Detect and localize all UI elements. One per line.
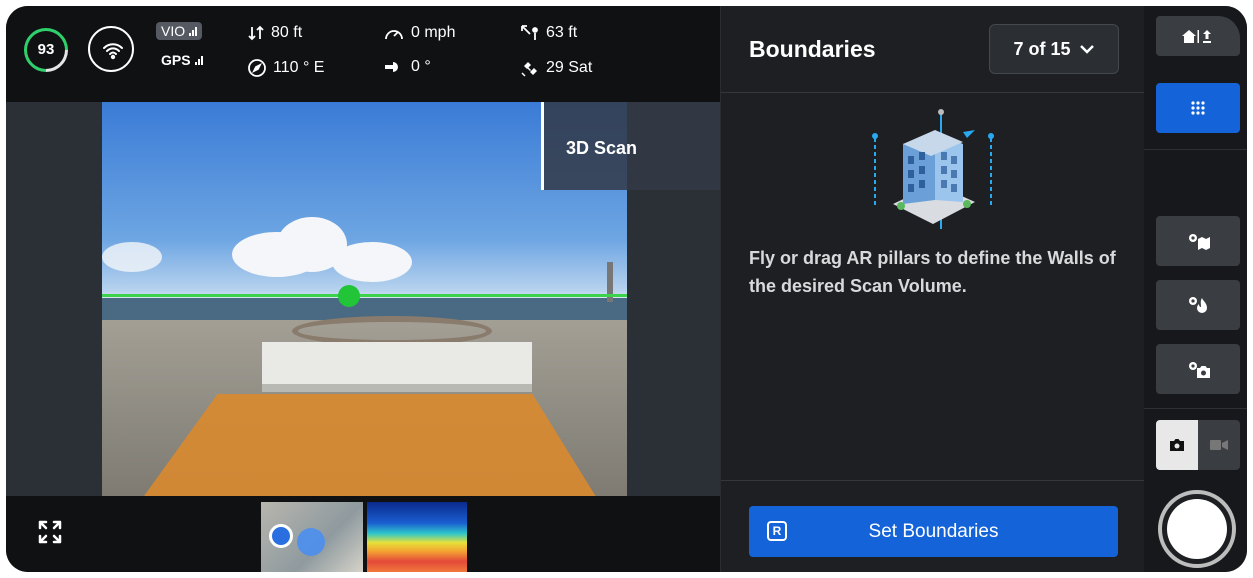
bottom-bar [6,496,720,572]
boundaries-panel: Boundaries 7 of 15 Fly or drag AR pillar… [720,6,1145,572]
satellite-value: 29 Sat [546,59,593,76]
telemetry-bar: 93 VIO GPS 80 ft 110 ° E 0 mph 0 ° 63 ft… [6,6,720,102]
thermal-thumbnail[interactable] [367,502,467,572]
satellite-icon [521,62,537,77]
panel-title: Boundaries [749,36,876,62]
battery-level[interactable]: 93 [24,28,68,72]
mode-tag-label: 3D Scan [566,138,638,158]
grid-button[interactable] [1156,83,1240,133]
heading-value: 110 ° E [273,59,325,76]
divider [1144,408,1247,409]
map-thumbnail[interactable] [261,502,363,572]
divider [1144,149,1247,150]
distance-value: 63 ft [546,24,578,41]
distance-icon [521,25,538,40]
thermal-settings-button[interactable] [1156,280,1240,330]
gps-indicator: GPS [161,52,203,68]
satellite-readout: 29 Sat [520,58,592,78]
camera-icon [1170,439,1184,451]
divider [721,480,1145,481]
map-gear-icon [1189,234,1210,250]
set-boundaries-button[interactable]: R Set Boundaries [749,506,1118,557]
heading-readout: 110 ° E [247,58,324,78]
structure-beam [262,342,532,392]
r-key-icon: R [767,521,787,541]
fire-gear-icon [1189,297,1207,313]
app-window: 93 VIO GPS 80 ft 110 ° E 0 mph 0 ° 63 ft… [6,6,1247,572]
distance-readout: 63 ft [520,24,577,42]
step-label: 7 of 15 [1013,38,1071,59]
camera-settings-button[interactable] [1156,344,1240,394]
home-upload-button[interactable] [1156,16,1240,56]
horizon-line [102,294,627,297]
map-settings-button[interactable] [1156,216,1240,266]
gimbal-icon [385,62,398,72]
speedometer-icon [385,30,403,40]
compass-icon [248,59,266,77]
shutter-button[interactable] [1158,490,1236,568]
speed-value: 0 mph [411,24,456,41]
home-upload-icon [1182,30,1211,43]
set-boundaries-label: Set Boundaries [868,520,999,542]
ar-pillar-marker[interactable] [338,285,360,307]
gimbal-readout: 0 ° [383,58,431,76]
wifi-icon [103,43,123,60]
building-scan-illustration [872,109,994,229]
right-rail [1144,6,1247,572]
signal-bars-icon [189,26,198,36]
signal-bars-icon [194,55,203,65]
camera-viewport[interactable]: 3D Scan [6,102,721,496]
photo-mode-option[interactable] [1156,420,1198,470]
speed-readout: 0 mph [383,24,455,42]
cloud [332,242,412,282]
altitude-readout: 80 ft [247,24,302,42]
vio-indicator: VIO [156,22,203,40]
instructions-text: Fly or drag AR pillars to define the Wal… [749,248,1116,296]
camera-gear-icon [1189,362,1210,378]
video-mode-option[interactable] [1198,420,1240,470]
grid-icon [1191,101,1205,115]
wifi-button[interactable] [88,26,134,72]
cloud [102,242,162,272]
altitude-arrows-icon [248,25,264,41]
capture-mode-toggle[interactable] [1156,420,1240,470]
mode-tag: 3D Scan [541,102,721,190]
gps-label: GPS [161,52,191,68]
step-selector[interactable]: 7 of 15 [989,24,1119,74]
expand-icon[interactable] [36,518,64,546]
gimbal-value: 0 ° [411,58,431,75]
altitude-value: 80 ft [271,24,303,41]
divider [721,92,1145,93]
chevron-down-icon [1079,45,1094,54]
video-camera-icon [1210,440,1228,450]
drone-direction-icon [297,528,325,556]
user-location-icon [269,524,293,548]
vio-label: VIO [161,23,186,39]
